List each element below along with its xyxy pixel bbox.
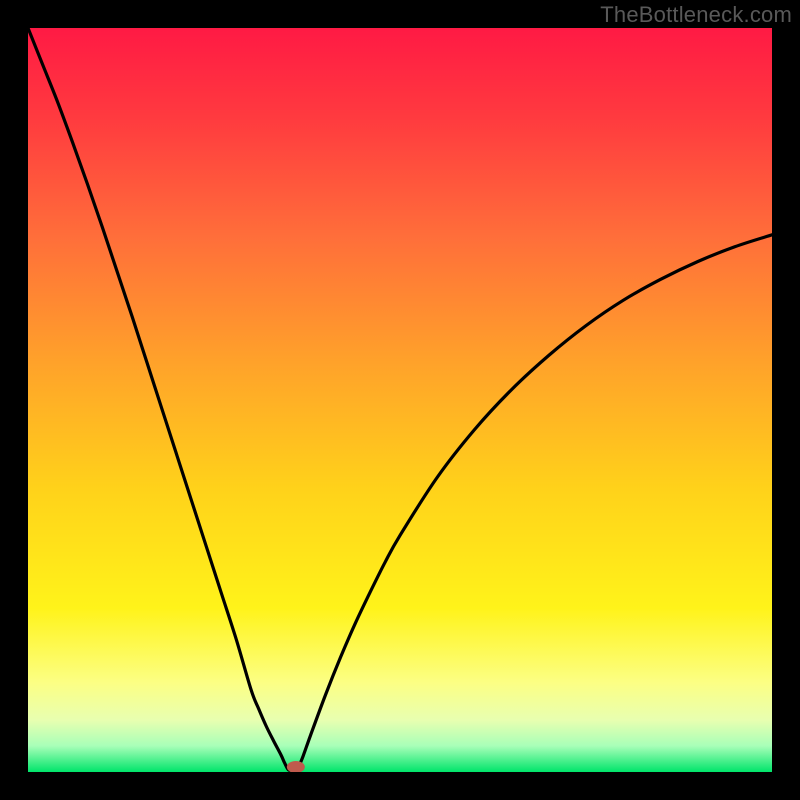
chart-background (28, 28, 772, 772)
watermark-text: TheBottleneck.com (600, 2, 792, 28)
bottleneck-chart (28, 28, 772, 772)
chart-stage: TheBottleneck.com (0, 0, 800, 800)
